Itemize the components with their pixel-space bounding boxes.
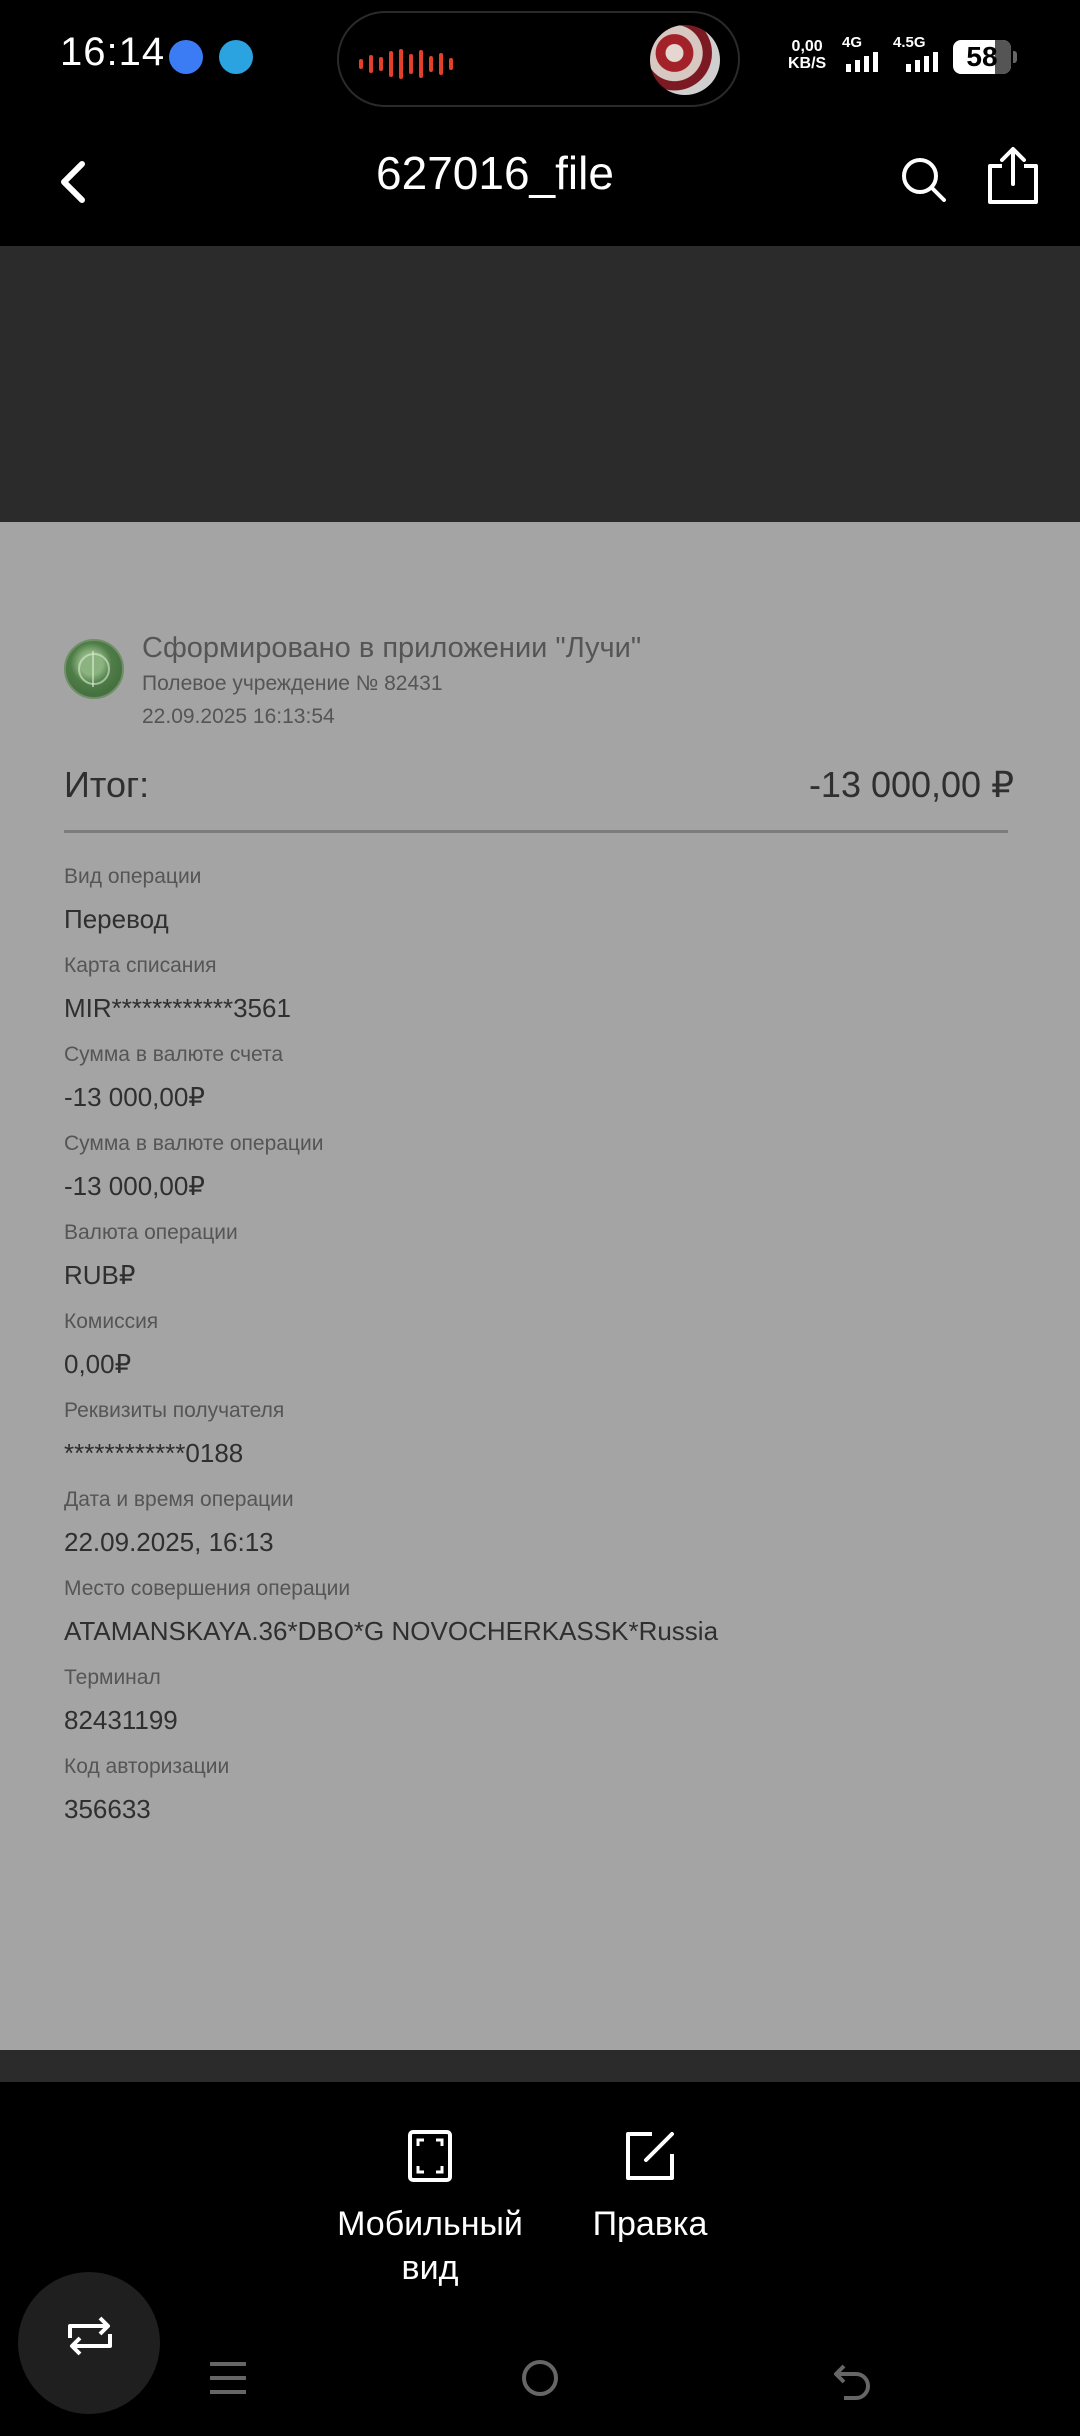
back-icon[interactable] (830, 2356, 874, 2400)
field-label: Сумма в валюте счета (64, 1043, 284, 1066)
menu-icon[interactable] (206, 2356, 250, 2400)
field-label: Реквизиты получателя (64, 1399, 285, 1422)
field-label: Карта списания (64, 954, 217, 977)
status-time: 16:14 (60, 30, 166, 74)
field-value: ************0188 (64, 1438, 244, 1468)
field-label: Код авторизации (64, 1755, 230, 1778)
mobile-view-label-line1: Мобильный (337, 2205, 523, 2243)
field-commission: Комиссия 0,00₽ (64, 1307, 158, 1385)
signal1-label: 4G (842, 34, 863, 51)
network-speed-value: 0,00 (791, 38, 823, 55)
edit-button[interactable]: Правка (578, 2128, 722, 2246)
bottom-toolbar: Мобильный вид Правка (0, 2082, 1080, 2326)
rotate-icon (68, 2316, 112, 2356)
field-value: 356633 (64, 1794, 151, 1824)
field-label: Терминал (64, 1666, 161, 1689)
system-navigation-bar (0, 2326, 1080, 2436)
signal2-label: 4.5G (893, 34, 926, 51)
app-header: 627016_file (0, 118, 1080, 246)
field-value: Перевод (64, 904, 169, 934)
dynamic-island[interactable] (337, 11, 740, 107)
media-thumbnail (650, 25, 720, 95)
rotate-button[interactable] (18, 2272, 160, 2414)
field-value: MIR************3561 (64, 993, 291, 1023)
field-value: 22.09.2025, 16:13 (64, 1527, 274, 1557)
signal1-bars-icon (846, 52, 878, 72)
field-operation-type: Вид операции Перевод (64, 862, 201, 940)
field-debit-card: Карта списания MIR************3561 (64, 951, 291, 1029)
status-bar: 16:14 0,00 KB/S 4G 4.5G 58 (0, 0, 1080, 118)
field-label: Комиссия (64, 1310, 159, 1333)
field-operation-datetime: Дата и время операции 22.09.2025, 16:13 (64, 1485, 294, 1563)
field-value: 82431199 (64, 1705, 178, 1735)
edit-label: Правка (592, 2205, 708, 2243)
field-label: Валюта операции (64, 1221, 238, 1244)
field-operation-place: Место совершения операции ATAMANSKAYA.36… (64, 1574, 718, 1652)
battery-level: 58 (966, 41, 998, 72)
total-value: -13 000,00 ₽ (808, 764, 1014, 805)
signal2-bars-icon (906, 52, 938, 72)
field-value: RUB₽ (64, 1260, 136, 1290)
home-icon[interactable] (518, 2356, 562, 2400)
generated-title: Сформировано в приложении "Лучи" (142, 632, 642, 664)
field-authorization-code: Код авторизации 356633 (64, 1752, 229, 1830)
search-button[interactable] (896, 146, 952, 210)
expand-frame-icon (408, 2130, 452, 2182)
receipt-document[interactable]: Сформировано в приложении "Лучи" Полевое… (0, 522, 1080, 2050)
globe-logo-icon (64, 639, 124, 699)
audio-wave-icon (359, 49, 453, 79)
share-button[interactable] (984, 142, 1042, 212)
telegram-app-icon (219, 40, 253, 74)
field-label: Место совершения операции (64, 1577, 351, 1600)
document-top-margin (0, 246, 1080, 522)
field-recipient-details: Реквизиты получателя ************0188 (64, 1396, 284, 1474)
field-label: Сумма в валюте операции (64, 1132, 324, 1155)
field-value: -13 000,00₽ (64, 1082, 205, 1112)
edit-icon (626, 2132, 674, 2180)
field-label: Вид операции (64, 865, 202, 888)
field-value: 0,00₽ (64, 1349, 132, 1379)
messages-app-icon (169, 40, 203, 74)
total-label: Итог: (64, 764, 150, 805)
mobile-view-button[interactable]: Мобильный вид (328, 2128, 532, 2290)
field-label: Дата и время операции (64, 1488, 294, 1511)
search-icon (902, 158, 946, 202)
institution-name: Полевое учреждение № 82431 (142, 672, 443, 695)
field-operation-currency-amount: Сумма в валюте операции -13 000,00₽ (64, 1129, 323, 1207)
field-value: ATAMANSKAYA.36*DBO*G NOVOCHERKASSK*Russi… (64, 1616, 719, 1646)
field-account-currency-amount: Сумма в валюте счета -13 000,00₽ (64, 1040, 283, 1118)
divider (64, 830, 1008, 833)
battery-indicator: 58 (953, 40, 1017, 74)
field-operation-currency: Валюта операции RUB₽ (64, 1218, 238, 1296)
network-speed: 0,00 KB/S (788, 38, 826, 72)
document-bottom-margin (0, 2050, 1080, 2082)
mobile-view-label-line2: вид (401, 2249, 459, 2287)
field-terminal: Терминал 82431199 (64, 1663, 178, 1741)
network-speed-unit: KB/S (788, 55, 827, 72)
share-icon (988, 147, 1038, 204)
field-value: -13 000,00₽ (64, 1171, 205, 1201)
page-title: 627016_file (376, 147, 614, 199)
generated-datetime: 22.09.2025 16:13:54 (142, 705, 335, 728)
